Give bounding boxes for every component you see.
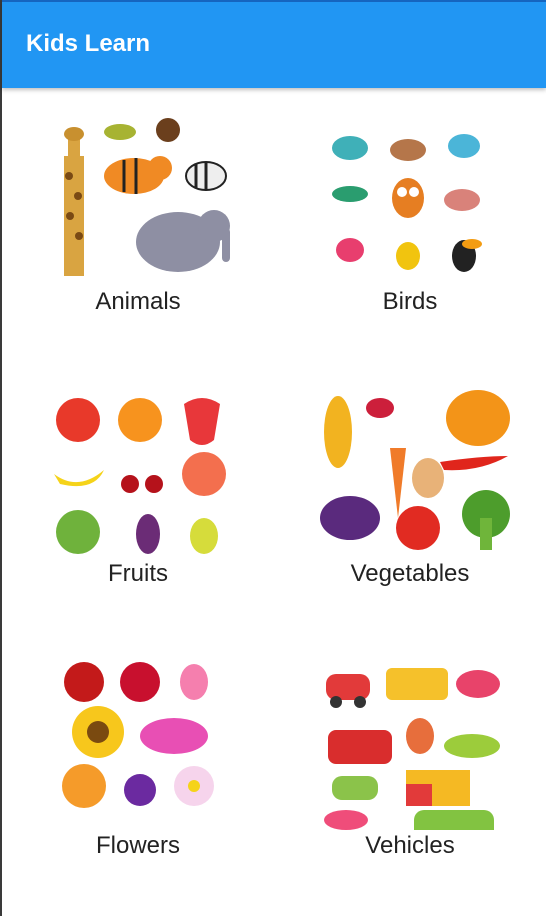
animals-icon — [64, 118, 230, 276]
app-bar: Kids Learn — [2, 0, 546, 88]
category-birds[interactable]: Birds — [274, 92, 546, 364]
category-label: Flowers — [95, 832, 180, 859]
app-title: Kids Learn — [26, 30, 151, 57]
vegetables-icon — [320, 390, 510, 550]
vehicles-icon — [324, 668, 500, 830]
category-label: Birds — [382, 288, 438, 315]
category-vegetables[interactable]: Vegetables — [274, 364, 546, 636]
category-fruits[interactable]: Fruits — [2, 364, 274, 636]
birds-icon — [332, 134, 482, 272]
category-flowers[interactable]: Flowers — [2, 636, 274, 908]
category-label: Vehicles — [365, 832, 455, 859]
category-label: Fruits — [108, 560, 168, 587]
fruits-icon — [54, 398, 226, 554]
category-vehicles[interactable]: Vehicles — [274, 636, 546, 908]
category-label: Vegetables — [350, 560, 470, 587]
category-animals[interactable]: Animals — [2, 92, 274, 364]
flowers-icon — [62, 662, 214, 808]
category-label: Animals — [95, 288, 181, 315]
